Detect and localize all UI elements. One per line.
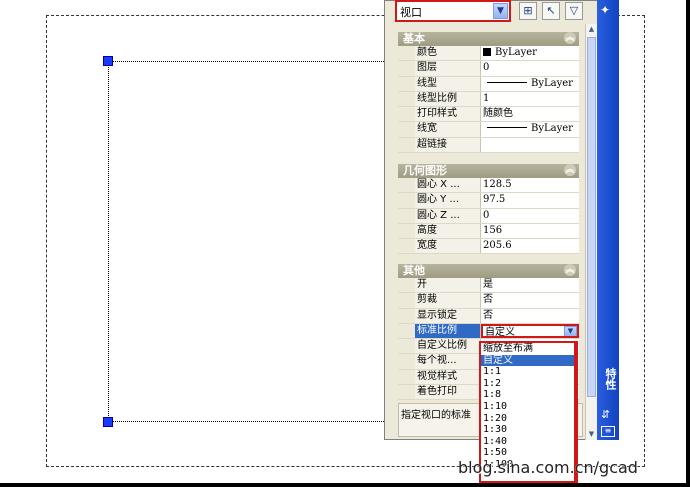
prop-name: 每个视... xyxy=(415,354,481,369)
prop-value[interactable]: 156 xyxy=(481,223,579,239)
prop-row-clipped[interactable]: 剪裁 否 xyxy=(398,293,579,309)
quick-select-icon[interactable]: ⊞ xyxy=(519,2,537,20)
prop-value[interactable]: 97.5 xyxy=(481,193,579,208)
prop-name: 线型 xyxy=(415,76,481,91)
palette-title: 特性 xyxy=(604,368,617,390)
prop-name: 线型比例 xyxy=(415,91,481,107)
prop-value[interactable]: 205.6 xyxy=(481,239,579,254)
pickadd-toggle-icon[interactable]: ▽ xyxy=(565,2,583,20)
palette-titlebar[interactable]: ✦ 特性 ⇵ ≡ xyxy=(597,0,619,440)
prop-value[interactable]: 随颜色 xyxy=(481,107,579,122)
section-geometry-title: 几何图形 xyxy=(403,164,447,177)
collapse-icon[interactable]: ︽ xyxy=(564,264,576,276)
prop-row-linetype-scale[interactable]: 线型比例 1 xyxy=(398,91,579,108)
color-swatch-icon xyxy=(483,48,491,56)
prop-name: 圆心 X ... xyxy=(415,178,481,193)
dropdown-option[interactable]: 1:2 xyxy=(481,378,576,390)
scroll-down-icon[interactable]: ▼ xyxy=(586,429,597,440)
section-geometry: 几何图形 ︽ 圆心 X ... 128.5 圆心 Y ... 97.5 圆心 Z… xyxy=(398,164,579,255)
dropdown-option[interactable]: 1:30 xyxy=(481,424,576,436)
window-right-border xyxy=(686,0,690,487)
prop-row-on[interactable]: 开 是 xyxy=(398,278,579,294)
dropdown-option[interactable]: 1:8 xyxy=(481,389,576,401)
prop-row-layer[interactable]: 图层 0 xyxy=(398,61,579,77)
palette-options-icon[interactable]: ✦ xyxy=(600,3,610,17)
prop-value[interactable]: 0 xyxy=(481,61,579,76)
section-misc-title: 其他 xyxy=(403,264,425,277)
prop-row-standard-scale[interactable]: 标准比例 自定义 ▼ xyxy=(398,323,579,340)
prop-name: 开 xyxy=(415,278,481,293)
chevron-down-icon[interactable]: ▼ xyxy=(493,3,508,19)
prop-name: 打印样式 xyxy=(415,107,481,122)
prop-value[interactable]: 0 xyxy=(481,208,579,223)
section-basic: 基本 ︽ 颜色 ByLayer 图层 0 线型 ByLayer 线型比例 1 打… xyxy=(398,32,579,154)
prop-row-lineweight[interactable]: 线宽 ByLayer xyxy=(398,122,579,138)
dropdown-option[interactable]: 1:10 xyxy=(481,401,576,413)
prop-name: 着色打印 xyxy=(415,385,481,400)
prop-name: 剪裁 xyxy=(415,293,481,308)
prop-row-center-z[interactable]: 圆心 Z ... 0 xyxy=(398,208,579,224)
prop-name: 线宽 xyxy=(415,122,481,137)
lineweight-preview-icon xyxy=(487,127,527,129)
prop-row-display-locked[interactable]: 显示锁定 否 xyxy=(398,308,579,324)
scroll-up-icon[interactable]: ▲ xyxy=(586,24,597,35)
properties-menu-icon[interactable]: ≡ xyxy=(601,426,615,437)
prop-value[interactable]: ByLayer xyxy=(481,76,579,91)
dropdown-option[interactable]: 1:40 xyxy=(481,436,576,448)
viewport-grip-top-left[interactable] xyxy=(103,56,113,66)
prop-name: 圆心 Y ... xyxy=(415,193,481,208)
auto-hide-icon[interactable]: ⇵ xyxy=(601,408,610,421)
prop-name: 超链接 xyxy=(415,137,481,153)
prop-name: 圆心 Z ... xyxy=(415,208,481,223)
object-type-value: 视口 xyxy=(400,6,422,19)
prop-row-height[interactable]: 高度 156 xyxy=(398,223,579,240)
prop-row-linetype[interactable]: 线型 ByLayer xyxy=(398,76,579,92)
prop-name: 图层 xyxy=(415,61,481,76)
section-misc-header[interactable]: 其他 ︽ xyxy=(398,264,579,278)
prop-row-color[interactable]: 颜色 ByLayer xyxy=(398,46,579,62)
prop-name: 宽度 xyxy=(415,239,481,254)
collapse-icon[interactable]: ︽ xyxy=(564,164,576,176)
watermark: blog.sina.com.cn/gcad xyxy=(458,458,638,477)
dropdown-option[interactable]: 1:1 xyxy=(481,366,576,378)
prop-value[interactable]: ByLayer xyxy=(481,122,579,137)
description-text: 指定视口的标准 xyxy=(401,410,471,421)
palette-scrollbar[interactable]: ▲ ▼ xyxy=(585,24,597,440)
dropdown-option[interactable]: 1:20 xyxy=(481,413,576,425)
section-basic-header[interactable]: 基本 ︽ xyxy=(398,32,579,46)
prop-name: 高度 xyxy=(415,223,481,239)
prop-value[interactable]: 否 xyxy=(481,293,579,308)
window-bottom-border xyxy=(0,483,690,487)
dropdown-option-selected[interactable]: 自定义 xyxy=(481,354,576,367)
prop-row-hyperlink[interactable]: 超链接 xyxy=(398,137,579,154)
standard-scale-value: 自定义 xyxy=(485,326,515,338)
select-objects-icon[interactable]: ↖ xyxy=(542,2,560,20)
prop-name: 显示锁定 xyxy=(415,308,481,323)
prop-name: 自定义比例 xyxy=(415,339,481,354)
prop-row-center-x[interactable]: 圆心 X ... 128.5 xyxy=(398,178,579,194)
viewport-grip-bottom-left[interactable] xyxy=(103,417,113,427)
prop-name: 颜色 xyxy=(415,46,481,61)
chevron-down-icon[interactable]: ▼ xyxy=(564,325,577,337)
prop-value[interactable] xyxy=(481,137,579,153)
standard-scale-select[interactable]: 自定义 ▼ xyxy=(481,323,579,339)
object-type-select[interactable]: 视口 ▼ xyxy=(395,0,511,22)
prop-row-plot-style[interactable]: 打印样式 随颜色 xyxy=(398,107,579,123)
collapse-icon[interactable]: ︽ xyxy=(564,32,576,44)
prop-value[interactable]: 1 xyxy=(481,91,579,107)
scroll-thumb[interactable] xyxy=(587,37,596,397)
prop-value[interactable]: 是 xyxy=(481,278,579,293)
prop-row-center-y[interactable]: 圆心 Y ... 97.5 xyxy=(398,193,579,209)
prop-value[interactable]: 128.5 xyxy=(481,178,579,193)
prop-value[interactable]: ByLayer xyxy=(481,46,579,61)
prop-name: 视觉样式 xyxy=(415,369,481,385)
prop-value[interactable]: 否 xyxy=(481,308,579,323)
dropdown-option[interactable]: 缩放至布满 xyxy=(481,343,576,355)
linetype-preview-icon xyxy=(487,81,527,83)
prop-name: 标准比例 xyxy=(415,323,481,339)
prop-row-width[interactable]: 宽度 205.6 xyxy=(398,239,579,255)
section-geometry-header[interactable]: 几何图形 ︽ xyxy=(398,164,579,178)
section-basic-title: 基本 xyxy=(403,32,425,45)
